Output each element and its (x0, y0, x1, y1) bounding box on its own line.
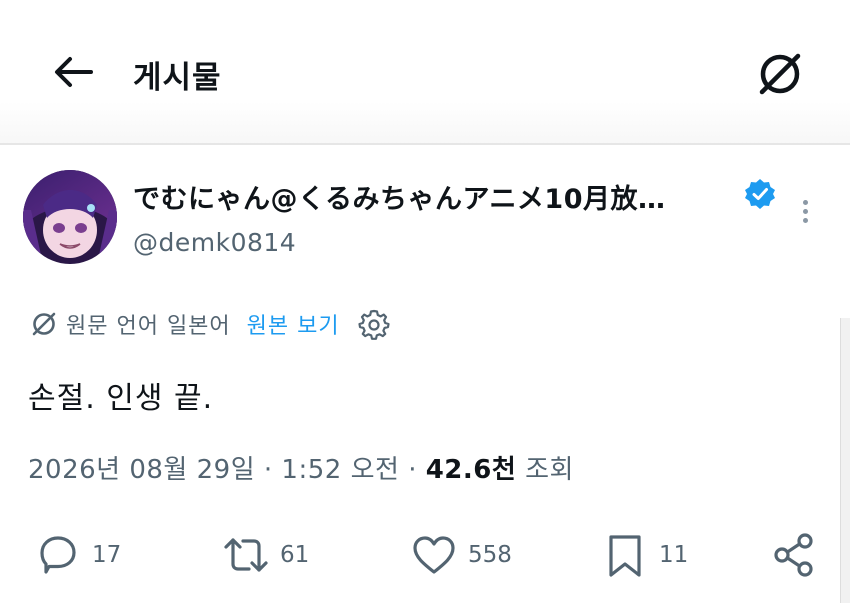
views-label: 조회 (525, 455, 574, 485)
more-options-button[interactable] (793, 196, 817, 238)
bookmark-button[interactable]: 11 (601, 530, 688, 580)
translation-bar: 원문 언어 일본어 원본 보기 (28, 306, 390, 342)
verified-badge-icon (743, 177, 777, 211)
header-divider (0, 143, 850, 145)
reply-icon (40, 536, 76, 574)
reply-button[interactable]: 17 (34, 530, 121, 580)
translate-off-icon (32, 312, 56, 336)
share-icon (774, 533, 813, 577)
more-dot-icon (802, 200, 808, 205)
source-language-label: 원문 언어 일본어 (66, 314, 231, 339)
bookmark-count: 11 (659, 542, 689, 568)
display-name[interactable]: でむにゃん@くるみちゃんアニメ10月放… (133, 177, 666, 216)
back-button[interactable] (48, 50, 96, 94)
post-detail-page: 게시물 でむにゃん@くるみちゃんアニメ10月放… @demk0814 원문 언어… (0, 0, 850, 603)
repost-icon (224, 538, 268, 572)
page-title: 게시물 (133, 60, 222, 96)
post-meta: 2026년 08월 29일 · 1:52 오전 · 42.6천 조회 (28, 449, 574, 486)
more-dot-icon (802, 218, 808, 223)
like-count: 558 (468, 542, 512, 568)
more-dot-icon (802, 209, 808, 214)
handle[interactable]: @demk0814 (133, 228, 296, 257)
translate-toggle-button[interactable] (752, 46, 808, 102)
post-text: 손절. 인생 끝. (28, 381, 214, 416)
meta-separator: · (408, 455, 417, 485)
repost-count: 61 (280, 542, 310, 568)
post-timestamp[interactable]: 2026년 08월 29일 · 1:52 오전 (28, 455, 399, 485)
arrow-left-icon (55, 57, 93, 87)
repost-button[interactable]: 61 (222, 530, 309, 580)
gear-icon[interactable] (358, 308, 390, 340)
top-bar: 게시물 (0, 0, 850, 145)
views-count: 42.6천 (425, 455, 517, 485)
share-button[interactable] (770, 530, 818, 580)
heart-icon (413, 536, 455, 574)
scrollbar[interactable] (840, 318, 850, 603)
bookmark-icon (609, 535, 641, 577)
like-button[interactable]: 558 (410, 530, 512, 580)
avatar-image (23, 170, 117, 264)
show-original-link[interactable]: 원본 보기 (247, 308, 340, 340)
translate-off-icon (759, 53, 801, 95)
avatar[interactable] (23, 170, 117, 264)
reply-count: 17 (92, 542, 122, 568)
